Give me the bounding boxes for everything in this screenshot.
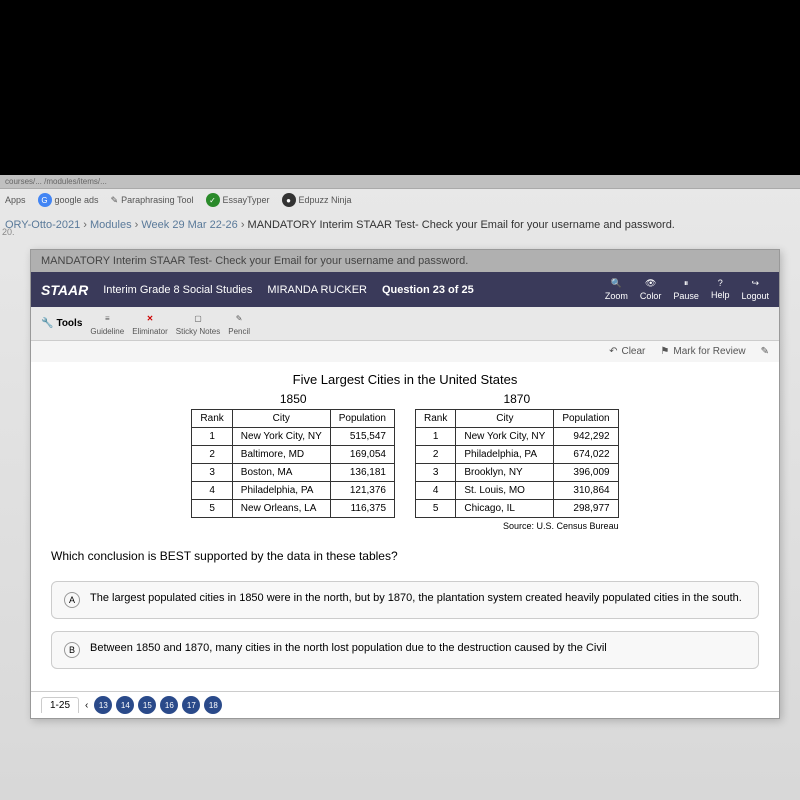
breadcrumb-week[interactable]: Week 29 Mar 22-26: [141, 219, 237, 231]
page-dot[interactable]: 13: [94, 696, 112, 714]
page-dot[interactable]: 14: [116, 696, 134, 714]
page-dot[interactable]: 16: [160, 696, 178, 714]
table-row: 1New York City, NY515,547: [192, 428, 395, 446]
edit-icon: ✎: [761, 346, 769, 357]
prev-arrow-icon[interactable]: ‹: [85, 700, 88, 711]
answer-b-text: Between 1850 and 1870, many cities in th…: [90, 642, 607, 658]
table-row: 4St. Louis, MO310,864: [416, 482, 619, 500]
pause-icon: ⏸: [684, 278, 689, 289]
page-range-tab[interactable]: 1-25: [41, 697, 79, 713]
help-button[interactable]: ?Help: [711, 278, 730, 301]
essaytyper-bookmark[interactable]: ✓ EssayTyper: [206, 193, 270, 207]
table-1850: 1850 RankCityPopulation 1New York City, …: [191, 392, 395, 531]
table-row: 2Philadelphia, PA674,022: [416, 446, 619, 464]
url-bar[interactable]: courses/... /modules/items/...: [0, 175, 800, 189]
question-text: Which conclusion is BEST supported by th…: [51, 549, 759, 563]
check-icon: ✓: [206, 193, 220, 207]
bookmarks-bar: Apps G google ads ✎ Paraphrasing Tool ✓ …: [0, 189, 800, 211]
eye-icon: 👁: [645, 278, 656, 289]
tables-title: Five Largest Cities in the United States: [51, 372, 759, 387]
mark-review-button[interactable]: ⚑Mark for Review: [660, 346, 745, 357]
clear-button[interactable]: ↶Clear: [609, 346, 645, 357]
table-row: 2Baltimore, MD169,054: [192, 446, 395, 464]
breadcrumb: ORY-Otto-2021 › Modules › Week 29 Mar 22…: [0, 211, 800, 239]
breadcrumb-modules[interactable]: Modules: [90, 219, 132, 231]
black-border-top: [0, 0, 800, 175]
paraphrase-bookmark[interactable]: ✎ Paraphrasing Tool: [111, 195, 194, 206]
data-table-1870: RankCityPopulation 1New York City, NY942…: [415, 409, 619, 518]
page-dot[interactable]: 17: [182, 696, 200, 714]
action-bar: ↶Clear ⚑Mark for Review ✎: [31, 341, 779, 362]
year-1850: 1850: [191, 392, 395, 406]
google-bookmark[interactable]: G google ads: [38, 193, 99, 207]
pagination-bar: 1-25 ‹ 13 14 15 16 17 18: [31, 691, 779, 718]
table-row: 5New Orleans, LA116,375: [192, 500, 395, 518]
x-icon: ✕: [143, 311, 157, 325]
edpuzz-icon: ●: [282, 193, 296, 207]
guideline-tool[interactable]: ≡Guideline: [90, 311, 124, 336]
table-row: 3Boston, MA136,181: [192, 464, 395, 482]
apps-bookmark[interactable]: Apps: [5, 195, 26, 205]
table-row: 1New York City, NY942,292: [416, 428, 619, 446]
staar-header: STAAR Interim Grade 8 Social Studies MIR…: [31, 272, 779, 307]
page-dot[interactable]: 18: [204, 696, 222, 714]
table-1870: 1870 RankCityPopulation 1New York City, …: [415, 392, 619, 531]
frame-title: MANDATORY Interim STAAR Test- Check your…: [31, 250, 779, 272]
answer-b[interactable]: B Between 1850 and 1870, many cities in …: [51, 631, 759, 669]
year-1870: 1870: [415, 392, 619, 406]
pause-button[interactable]: ⏸Pause: [673, 278, 699, 301]
tools-bar: 🔧Tools ≡Guideline ✕Eliminator ▢Sticky No…: [31, 307, 779, 341]
edit-button[interactable]: ✎: [761, 346, 769, 357]
wrench-icon: 🔧: [41, 318, 53, 329]
answer-a-letter: A: [64, 592, 80, 608]
logout-button[interactable]: ↪Logout: [741, 278, 769, 301]
browser-viewport: courses/... /modules/items/... Apps G go…: [0, 175, 800, 800]
answer-b-letter: B: [64, 642, 80, 658]
google-icon: G: [38, 193, 52, 207]
tools-label: 🔧Tools: [41, 318, 82, 329]
tables-row: 1850 RankCityPopulation 1New York City, …: [51, 392, 759, 531]
breadcrumb-item: MANDATORY Interim STAAR Test- Check your…: [248, 219, 675, 231]
answer-a-text: The largest populated cities in 1850 wer…: [90, 592, 742, 608]
zoom-button[interactable]: 🔍Zoom: [605, 278, 628, 301]
student-name: MIRANDA RUCKER: [267, 284, 367, 296]
flag-icon: ⚑: [660, 346, 669, 357]
table-row: 3Brooklyn, NY396,009: [416, 464, 619, 482]
staar-logo: STAAR: [41, 282, 88, 298]
quill-icon: ✎: [111, 195, 119, 206]
answer-a[interactable]: A The largest populated cities in 1850 w…: [51, 581, 759, 619]
test-subtitle: Interim Grade 8 Social Studies: [103, 284, 252, 296]
pencil-icon: ✎: [232, 311, 246, 325]
edpuzz-bookmark[interactable]: ● Edpuzz Ninja: [282, 193, 352, 207]
data-table-1850: RankCityPopulation 1New York City, NY515…: [191, 409, 395, 518]
pencil-tool[interactable]: ✎Pencil: [228, 311, 250, 336]
table-row: 4Philadelphia, PA121,376: [192, 482, 395, 500]
test-frame: MANDATORY Interim STAAR Test- Check your…: [30, 249, 780, 719]
undo-icon: ↶: [609, 346, 617, 357]
sticky-tool[interactable]: ▢Sticky Notes: [176, 311, 220, 336]
logout-icon: ↪: [751, 278, 759, 289]
zoom-icon: 🔍: [611, 278, 622, 289]
page-dot[interactable]: 15: [138, 696, 156, 714]
left-note: 20.: [0, 225, 17, 239]
table-row: 5Chicago, IL298,977: [416, 500, 619, 518]
color-button[interactable]: 👁Color: [640, 278, 662, 301]
source-text: Source: U.S. Census Bureau: [415, 521, 619, 531]
question-content: Five Largest Cities in the United States…: [31, 362, 779, 691]
note-icon: ▢: [191, 311, 205, 325]
lines-icon: ≡: [100, 311, 114, 325]
question-counter: Question 23 of 25: [382, 284, 474, 296]
help-icon: ?: [718, 278, 723, 288]
eliminator-tool[interactable]: ✕Eliminator: [132, 311, 168, 336]
